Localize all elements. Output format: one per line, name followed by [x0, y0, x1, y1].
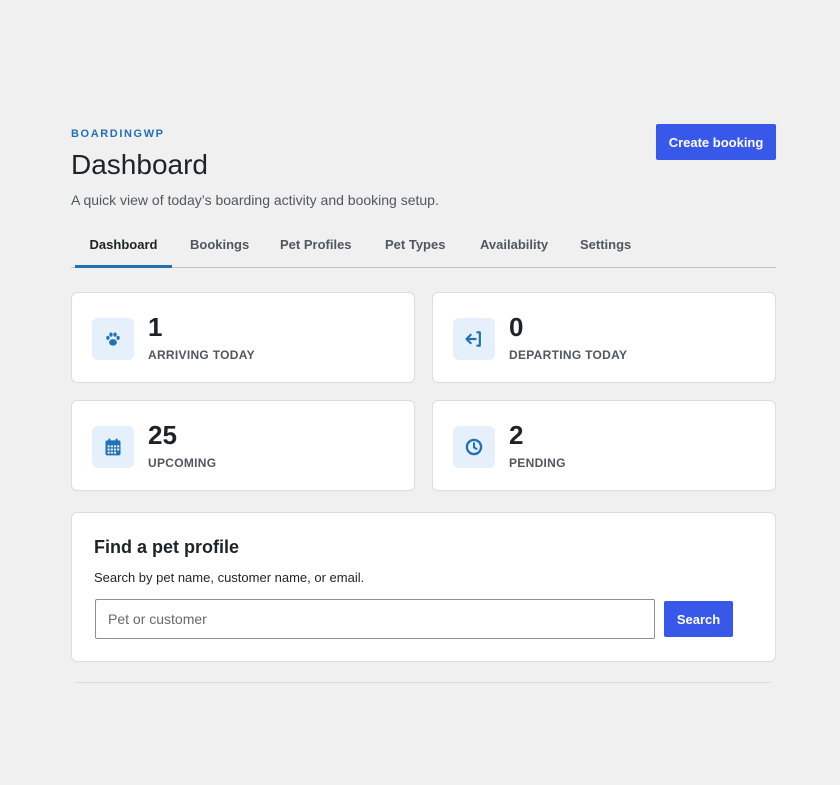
- tab-bar: Dashboard Bookings Pet Profiles Pet Type…: [71, 230, 776, 268]
- stat-label: UPCOMING: [148, 456, 217, 470]
- stat-value: 0: [509, 312, 524, 342]
- search-card-title: Find a pet profile: [94, 537, 240, 557]
- clock-icon: [453, 426, 495, 468]
- stat-card-upcoming: 25 UPCOMING: [71, 400, 415, 491]
- stat-card-arriving: 1 ARRIVING TODAY: [71, 292, 415, 383]
- calendar-icon: [92, 426, 134, 468]
- stat-card-departing: 0 DEPARTING TODAY: [432, 292, 776, 383]
- tab-availability[interactable]: Availability: [480, 230, 548, 268]
- paw-icon: [92, 318, 134, 360]
- stat-value: 1: [148, 312, 163, 342]
- create-booking-button[interactable]: Create booking: [656, 124, 776, 160]
- tab-bookings[interactable]: Bookings: [190, 230, 249, 268]
- stat-card-pending: 2 PENDING: [432, 400, 776, 491]
- search-card-description: Search by pet name, customer name, or em…: [94, 570, 365, 585]
- departing-icon: [453, 318, 495, 360]
- find-pet-profile-card: Find a pet profile Search by pet name, c…: [71, 512, 776, 662]
- footer-divider: [75, 682, 771, 683]
- dashboard-page: BOARDINGWP Dashboard A quick view of tod…: [71, 124, 776, 662]
- tab-pet-profiles[interactable]: Pet Profiles: [280, 230, 352, 268]
- stat-value: 25: [148, 420, 177, 450]
- search-button[interactable]: Search: [664, 601, 733, 637]
- stat-label: ARRIVING TODAY: [148, 348, 255, 362]
- tab-dashboard[interactable]: Dashboard: [75, 230, 172, 268]
- page-subtitle: A quick view of today’s boarding activit…: [71, 192, 439, 208]
- pet-search-input[interactable]: [95, 599, 655, 639]
- stat-label: DEPARTING TODAY: [509, 348, 628, 362]
- tab-settings[interactable]: Settings: [580, 230, 631, 268]
- tab-pet-types[interactable]: Pet Types: [385, 230, 445, 268]
- stat-label: PENDING: [509, 456, 566, 470]
- stat-value: 2: [509, 420, 524, 450]
